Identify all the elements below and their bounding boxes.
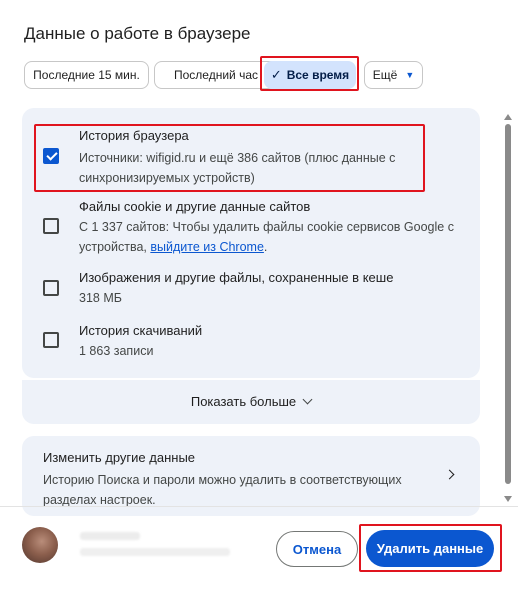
- checkbox-cached-images[interactable]: [43, 280, 59, 296]
- option-subtitle: 318 МБ: [79, 291, 122, 305]
- highlight-box: [34, 124, 425, 192]
- show-more-button[interactable]: Показать больше: [22, 380, 480, 424]
- chip-more-dropdown[interactable]: Ещё ▼: [364, 61, 423, 89]
- option-title: История скачиваний: [79, 323, 203, 338]
- option-title: Файлы cookie и другие данные сайтов: [79, 199, 311, 214]
- option-title: Изображения и другие файлы, сохраненные …: [79, 270, 394, 285]
- change-other-data-row[interactable]: Изменить другие данные Историю Поиска и …: [22, 436, 480, 516]
- account-name-blurred: [80, 532, 140, 540]
- scroll-down-arrow-icon[interactable]: [504, 496, 512, 502]
- caret-down-icon: ▼: [405, 70, 415, 80]
- chip-label: Последние 15 мин.: [33, 68, 140, 82]
- show-more-label: Показать больше: [190, 394, 297, 409]
- chip-last-15-min[interactable]: Последние 15 мин.: [24, 61, 149, 89]
- highlight-box: [260, 56, 359, 91]
- account-email-blurred: [80, 548, 230, 556]
- option-cached-images[interactable]: Изображения и другие файлы, сохраненные …: [22, 268, 480, 314]
- option-subtitle: С 1 337 сайтов: Чтобы удалить файлы cook…: [79, 217, 469, 257]
- clear-browsing-data-dialog: Данные о работе в браузере Последние 15 …: [0, 0, 518, 590]
- dialog-title: Данные о работе в браузере: [24, 24, 251, 43]
- checkbox-download-history[interactable]: [43, 332, 59, 348]
- other-data-title: Изменить другие данные: [43, 450, 196, 465]
- option-download-history[interactable]: История скачиваний 1 863 записи: [22, 322, 480, 368]
- scroll-up-arrow-icon[interactable]: [504, 114, 512, 120]
- chevron-right-icon: [444, 469, 455, 480]
- sign-out-chrome-link[interactable]: выйдите из Chrome: [150, 240, 264, 254]
- subtitle-suffix: .: [263, 240, 268, 254]
- footer-divider: [0, 506, 518, 507]
- chip-label: Ещё: [372, 68, 398, 82]
- option-subtitle: 1 863 записи: [79, 344, 154, 358]
- checkbox-cookies[interactable]: [43, 218, 59, 234]
- option-cookies[interactable]: Файлы cookie и другие данные сайтов С 1 …: [22, 196, 480, 264]
- other-data-subtitle: Историю Поиска и пароли можно удалить в …: [43, 473, 402, 507]
- scrollbar-thumb[interactable]: [505, 124, 511, 484]
- chevron-down-icon: [302, 394, 313, 405]
- scrollbar[interactable]: [505, 124, 511, 490]
- highlight-box: [359, 524, 502, 572]
- cancel-button[interactable]: Отмена: [276, 531, 358, 567]
- chip-label: Последний час: [173, 68, 258, 82]
- avatar: [22, 527, 58, 563]
